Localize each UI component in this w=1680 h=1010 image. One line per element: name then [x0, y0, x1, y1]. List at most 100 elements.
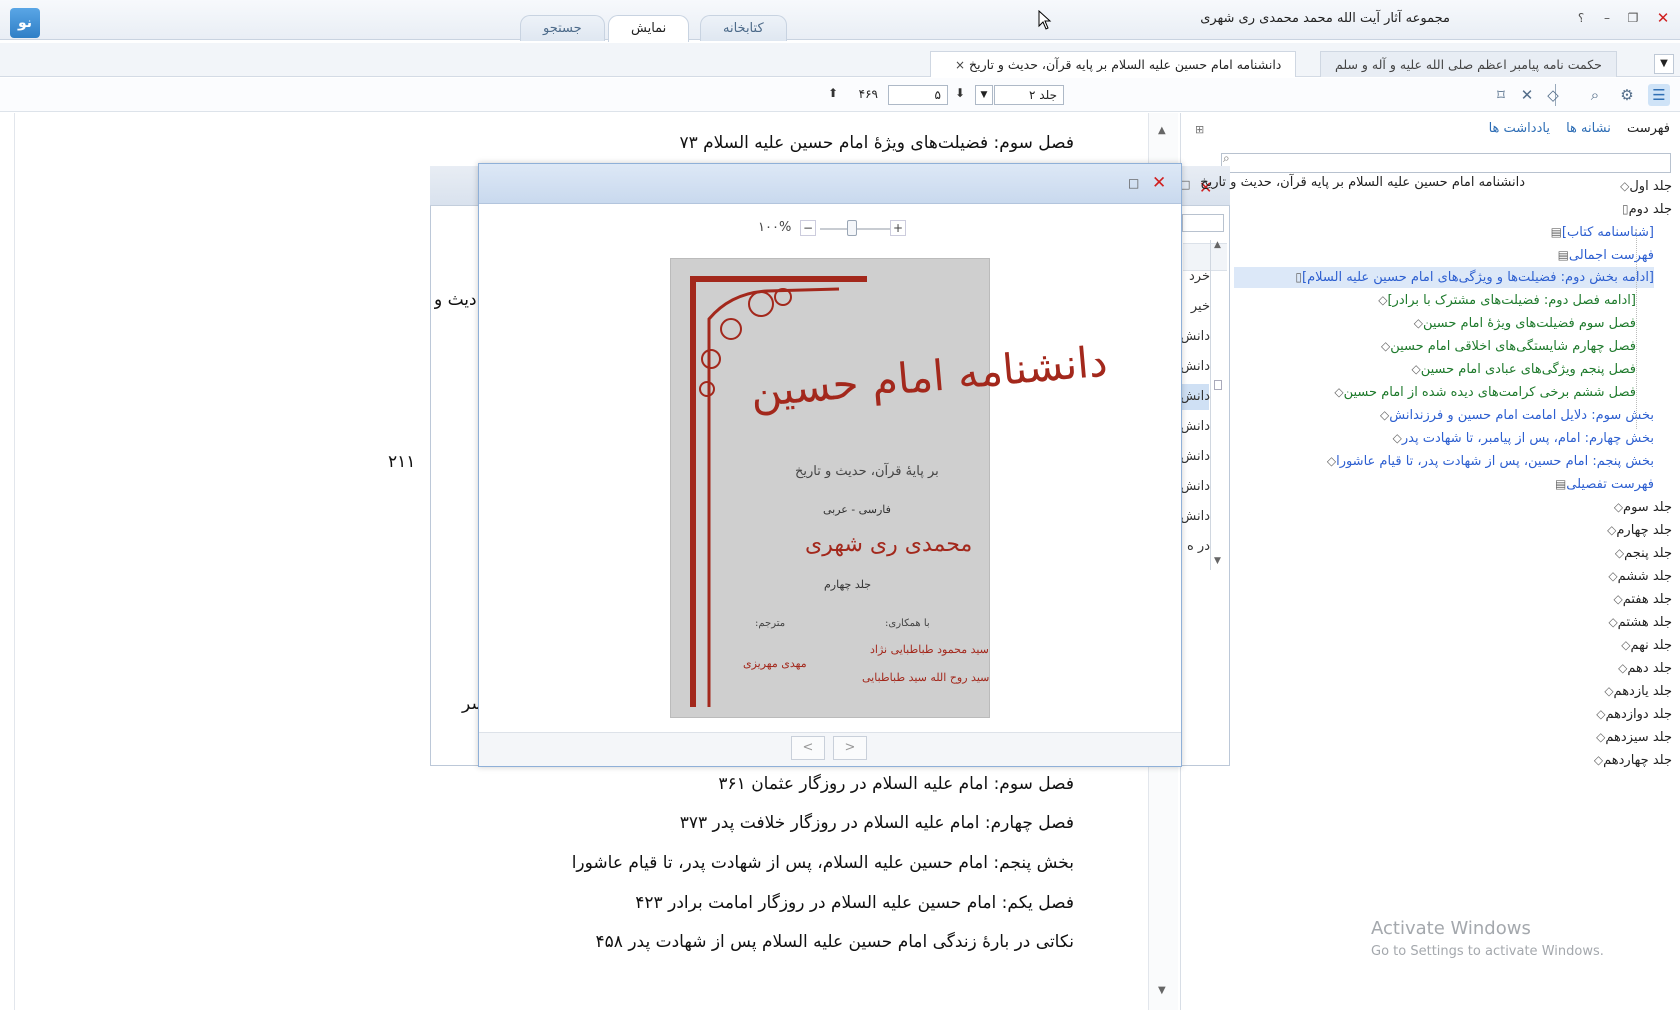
close-icon[interactable]: ✕: [1152, 173, 1166, 193]
minimize-button[interactable]: –: [1598, 10, 1616, 26]
scroll-down-icon[interactable]: ▼: [1158, 985, 1166, 996]
book-icon: ◇: [1620, 179, 1630, 193]
sidebar-tabs: فهرست نشانه ها یادداشت ها: [1477, 121, 1670, 136]
page-icon: ▤: [1554, 477, 1567, 491]
list-item[interactable]: دانش: [1180, 449, 1210, 464]
reader-line: نکاتی در بارهٔ زندگی امام حسین علیه السل…: [595, 932, 1074, 952]
book-icon: ◇: [1378, 293, 1388, 307]
tree-item[interactable]: جلد دوازدهم◇: [1585, 704, 1672, 725]
tree-item[interactable]: جلد سیزدهم◇: [1585, 727, 1672, 748]
tree-item[interactable]: [ادامه فصل دوم: فضیلت‌های مشترک با برادر…: [1367, 290, 1636, 311]
gear-icon[interactable]: ⚙: [1616, 84, 1638, 106]
tree-item[interactable]: جلد چهارم◇: [1596, 520, 1672, 541]
volume-select[interactable]: جلد ۲: [994, 85, 1064, 105]
tab-display[interactable]: نمایش: [608, 15, 690, 42]
cover-translator-label: مترجم:: [755, 618, 786, 629]
reader-line: بخش پنجم: امام حسین علیه السلام، پس از ش…: [571, 853, 1074, 873]
zoom-slider-thumb[interactable]: [847, 220, 857, 236]
prev-button[interactable]: <: [791, 736, 825, 760]
tree-guide-line: [1636, 229, 1637, 429]
doc-tab-active[interactable]: × دانشنامه امام حسین علیه السلام بر پایه…: [930, 51, 1297, 77]
tree-item[interactable]: فهرست اجمالی▤: [1549, 245, 1654, 266]
toc-list-icon[interactable]: ☰: [1648, 84, 1670, 106]
tree-item[interactable]: جلد هشتم◇: [1598, 612, 1672, 633]
tree-item[interactable]: بخش سوم: دلایل امامت امام حسین و فرزندان…: [1369, 405, 1654, 426]
tree-item[interactable]: بخش چهارم: امام، پس از پیامبر، تا شهادت …: [1382, 428, 1654, 449]
tabs-dropdown-icon[interactable]: ▼: [1654, 54, 1674, 74]
tree-item[interactable]: جلد اول◇: [1609, 176, 1672, 197]
search-icon[interactable]: ⌕: [1223, 151, 1230, 166]
list-item[interactable]: دانش: [1180, 509, 1210, 524]
scroll-up-icon[interactable]: ▲: [1158, 125, 1166, 136]
tree-item[interactable]: جلد دوم▯: [1609, 199, 1672, 220]
list-item[interactable]: دانش: [1180, 419, 1210, 434]
list-item[interactable]: خرد: [1180, 269, 1210, 284]
search-icon[interactable]: ⌕: [1584, 84, 1606, 106]
restore-button[interactable]: ❐: [1624, 10, 1642, 26]
background-dialog-input[interactable]: [1182, 214, 1224, 232]
list-item[interactable]: دانش: [1180, 359, 1210, 374]
tree-item[interactable]: جلد پنجم◇: [1604, 543, 1672, 564]
zoom-level: ۱۰۰%: [758, 220, 792, 235]
background-dialog-scrollbar[interactable]: ▲ ▼: [1210, 240, 1226, 570]
tree-item[interactable]: جلد سوم◇: [1603, 497, 1672, 518]
mouse-cursor-icon: [1038, 10, 1052, 30]
layers-icon[interactable]: ◇: [1542, 84, 1564, 106]
reader-left-border: [14, 113, 15, 1010]
scroll-up-icon[interactable]: ▲: [1214, 240, 1221, 250]
tree-item[interactable]: جلد هفتم◇: [1603, 589, 1672, 610]
tree-item[interactable]: فصل پنجم ویژگی‌های عبادی امام حسین◇: [1401, 359, 1636, 380]
zoom-in-button[interactable]: +: [890, 220, 906, 236]
tab-close-icon[interactable]: ×: [955, 58, 965, 72]
doc-tab-other[interactable]: حکمت نامه پیامبر اعظم صلی الله علیه و آل…: [1320, 51, 1617, 77]
list-item[interactable]: در ه: [1180, 539, 1210, 554]
tree-item[interactable]: فصل سوم فضیلت‌های ویژهٔ امام حسین◇: [1403, 313, 1636, 334]
page-down-icon[interactable]: ⬇: [955, 86, 965, 100]
cover-translator: مهدی مهریزی: [743, 657, 807, 670]
tab-search[interactable]: جستجو: [520, 15, 605, 41]
tree-item[interactable]: فصل چهارم شایستگی‌های اخلاقی امام حسین◇: [1370, 336, 1636, 357]
tree-item[interactable]: جلد دهم◇: [1607, 658, 1672, 679]
scroll-thumb[interactable]: [1214, 380, 1222, 390]
sidebar-tab-toc[interactable]: فهرست: [1627, 121, 1670, 136]
list-item[interactable]: دانش: [1180, 329, 1210, 344]
list-item[interactable]: خیر: [1180, 299, 1210, 314]
volume-dropdown-icon[interactable]: ▼: [975, 85, 993, 105]
tree-item-selected[interactable]: [ادامه بخش دوم: فضیلت‌ها و ویژگی‌های اما…: [1234, 267, 1654, 288]
tree-item[interactable]: جلد ششم◇: [1598, 566, 1672, 587]
page-number-input[interactable]: ۵: [888, 85, 948, 105]
reader-line: فصل چهارم: امام علیه السلام در روزگار خل…: [679, 813, 1074, 833]
book-icon: ◇: [1613, 592, 1623, 606]
book-icon: ◇: [1411, 362, 1421, 376]
cover-contributor: سید محمود طباطبایی نژاد: [870, 643, 989, 656]
tree-item[interactable]: فهرست تفصیلی▤: [1546, 474, 1654, 495]
maximize-icon[interactable]: □: [1128, 176, 1139, 190]
activation-watermark-title: Activate Windows: [1371, 918, 1531, 939]
tree-item[interactable]: جلد یازدهم◇: [1594, 681, 1672, 702]
list-item[interactable]: دانش: [1180, 389, 1210, 404]
help-button[interactable]: ؟: [1572, 10, 1590, 26]
tree-item[interactable]: فصل ششم برخی کرامت‌های دیده شده از امام …: [1324, 382, 1636, 403]
list-item[interactable]: دانش: [1180, 479, 1210, 494]
page-icon: ▤: [1550, 225, 1562, 239]
page-side-number: ۲۱۱: [388, 452, 416, 472]
bookmark-icon[interactable]: ⌑: [1490, 84, 1512, 106]
sidebar-tab-bookmarks[interactable]: نشانه ها: [1566, 121, 1611, 136]
tree-item[interactable]: جلد نهم◇: [1610, 635, 1672, 656]
page-up-icon[interactable]: ⬆: [828, 86, 838, 100]
tree-item[interactable]: [شناسنامه کتاب]▤: [1542, 222, 1654, 243]
reader-line: فصل یکم: امام حسین علیه السلام در روزگار…: [635, 893, 1074, 913]
next-button[interactable]: >: [833, 736, 867, 760]
fullscreen-icon[interactable]: ✕: [1516, 84, 1538, 106]
sidebar-search-input[interactable]: [1221, 153, 1671, 173]
tab-library[interactable]: کتابخانه: [700, 15, 787, 41]
tree-item[interactable]: جلد چهاردهم◇: [1583, 750, 1672, 771]
close-window-button[interactable]: ✕: [1654, 10, 1672, 26]
zoom-out-button[interactable]: −: [800, 220, 816, 236]
sidebar-toggle-icon[interactable]: ⊞: [1195, 123, 1204, 136]
cover-volume: جلد چهارم: [824, 578, 872, 591]
scroll-down-icon[interactable]: ▼: [1214, 556, 1221, 566]
tree-item[interactable]: بخش پنجم: امام حسین، پس از شهادت پدر، تا…: [1316, 451, 1654, 472]
background-dialog-list: خرد خیر دانش دانش دانش دانش دانش دانش دا…: [1180, 265, 1210, 565]
sidebar-tab-notes[interactable]: یادداشت ها: [1489, 121, 1550, 136]
